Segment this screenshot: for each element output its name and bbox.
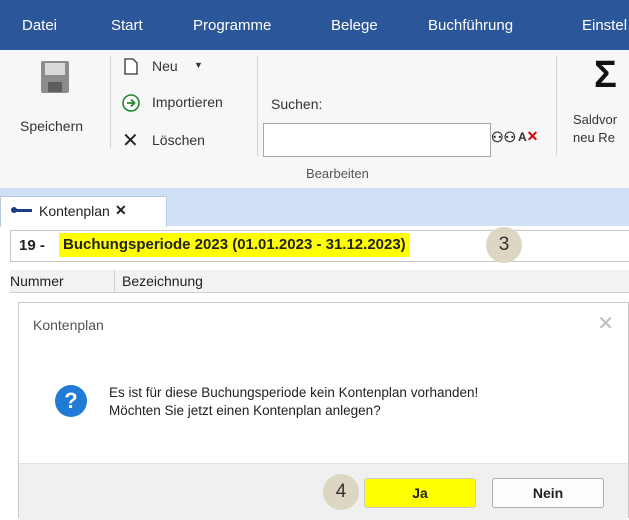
close-icon[interactable]: ✕ xyxy=(115,202,127,219)
close-x-icon: ✕ xyxy=(122,130,139,152)
new-button[interactable]: Neu ▼ xyxy=(122,56,222,80)
binoculars-icon[interactable]: ⚇⚇ xyxy=(491,129,516,146)
new-label: Neu xyxy=(152,58,178,74)
dialog-message-line2: Möchten Sie jetzt einen Kontenplan anleg… xyxy=(109,403,381,418)
grid-header: Nummer Bezeichnung xyxy=(10,270,629,293)
menu-programme[interactable]: Programme xyxy=(193,17,271,34)
chevron-down-icon: ▼ xyxy=(194,60,203,70)
question-icon: ? xyxy=(55,385,87,417)
delete-button[interactable]: ✕ Löschen xyxy=(122,130,232,154)
ribbon-separator xyxy=(110,56,111,148)
saldo-label-line2: neu Re xyxy=(573,130,615,145)
close-icon[interactable]: ✕ xyxy=(597,311,614,336)
saldo-label-line1: Saldvor xyxy=(573,112,618,127)
ribbon-separator xyxy=(257,56,258,156)
save-button[interactable]: Speichern xyxy=(14,56,98,148)
floppy-disk-icon xyxy=(41,61,69,93)
step-callout-4: 4 xyxy=(323,474,359,510)
yes-button[interactable]: Ja xyxy=(364,478,476,508)
period-selector[interactable]: 19 - Buchungsperiode 2023 (01.01.2023 - … xyxy=(10,230,629,262)
arrow-right-circle-icon xyxy=(122,94,140,112)
column-header-nummer[interactable]: Nummer xyxy=(10,273,64,289)
tab-kontenplan[interactable]: Kontenplan ✕ xyxy=(0,196,167,227)
search-input[interactable] xyxy=(263,123,491,157)
dialog-title: Kontenplan xyxy=(33,317,104,333)
menu-datei[interactable]: Datei xyxy=(22,17,57,34)
step-callout-3: 3 xyxy=(486,227,522,263)
document-tab-strip: Kontenplan ✕ xyxy=(0,188,629,227)
menu-buchfuehrung[interactable]: Buchführung xyxy=(428,17,513,34)
import-button[interactable]: Importieren xyxy=(122,92,252,116)
clear-search-icon[interactable]: A✕ xyxy=(518,128,538,145)
period-number: 19 - xyxy=(19,237,45,254)
import-label: Importieren xyxy=(152,94,223,110)
new-document-icon xyxy=(124,58,138,75)
column-divider xyxy=(114,270,115,292)
column-header-bezeichnung[interactable]: Bezeichnung xyxy=(122,273,203,289)
key-icon xyxy=(11,205,33,215)
delete-label: Löschen xyxy=(152,132,205,148)
no-button[interactable]: Nein xyxy=(492,478,604,508)
tab-label: Kontenplan xyxy=(39,203,110,219)
search-label: Suchen: xyxy=(271,96,323,112)
menu-belege[interactable]: Belege xyxy=(331,17,378,34)
ribbon-group-label: Bearbeiten xyxy=(306,166,369,181)
saldo-button[interactable]: Σ Saldvor neu Re xyxy=(566,54,629,154)
save-label: Speichern xyxy=(20,118,84,134)
menu-bar: Datei Start Programme Belege Buchführung… xyxy=(0,0,629,50)
sigma-icon: Σ xyxy=(594,54,617,96)
menu-einstellungen[interactable]: Einstel xyxy=(582,17,627,34)
ribbon: Speichern Neu ▼ Importieren ✕ Löschen Su… xyxy=(0,50,629,189)
period-label: Buchungsperiode 2023 (01.01.2023 - 31.12… xyxy=(59,233,410,257)
dialog-message-line1: Es ist für diese Buchungsperiode kein Ko… xyxy=(109,385,479,400)
ribbon-separator xyxy=(556,56,557,156)
menu-start[interactable]: Start xyxy=(111,17,143,34)
